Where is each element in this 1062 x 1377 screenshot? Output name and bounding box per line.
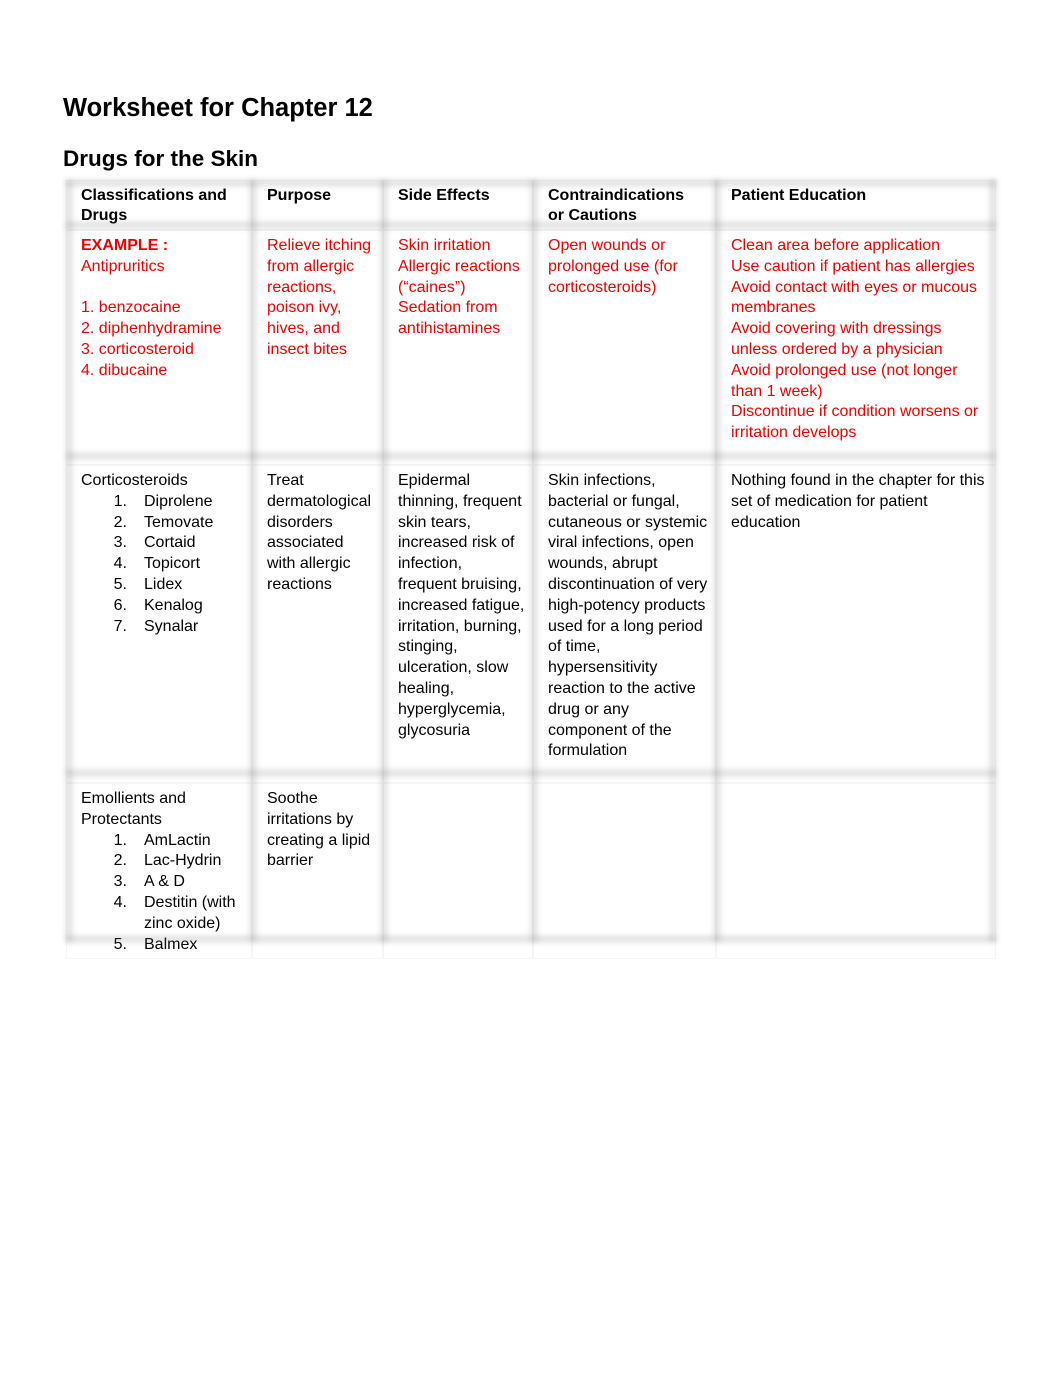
drug-name: Synalar — [144, 617, 199, 635]
example-purpose-cell: Relieve itching from allergic reactions,… — [252, 230, 383, 465]
drug-table-container: Classifications and Drugs Purpose Side E… — [66, 180, 996, 959]
side-effects-cell: Epidermal thinning, frequent skin tears,… — [383, 465, 533, 783]
drug-number: 4. — [113, 555, 127, 573]
drug-name: AmLactin — [144, 831, 211, 849]
drug-name: Lac-Hydrin — [144, 852, 222, 870]
example-drug: 4. dibucaine — [81, 361, 168, 379]
patient-education-cell — [716, 783, 996, 959]
header-patient-education: Patient Education — [716, 180, 996, 230]
header-contraindications: Contraindications or Cautions — [533, 180, 716, 230]
drug-table: Classifications and Drugs Purpose Side E… — [66, 180, 996, 959]
drug-item: 3. A & D — [81, 872, 244, 893]
side-effect: Sedation from antihistamines — [398, 299, 501, 338]
drug-number: 3. — [113, 534, 127, 552]
drug-number: 5. — [113, 575, 127, 593]
drug-name: Cortaid — [144, 534, 196, 552]
drug-name: Temovate — [144, 513, 214, 531]
purpose-cell: Soothe irritations by creating a lipid b… — [252, 783, 383, 959]
drug-name: Destitin (with zinc oxide) — [144, 893, 236, 932]
drug-number: 3. — [113, 873, 127, 891]
header-text: Drugs — [81, 207, 128, 224]
drug-number: 7. — [113, 617, 127, 635]
header-purpose: Purpose — [252, 180, 383, 230]
patient-education-cell: Nothing found in the chapter for this se… — [716, 465, 996, 783]
drug-item: 7. Synalar — [81, 617, 244, 638]
worksheet-title: Worksheet for Chapter 12 — [63, 94, 373, 122]
education-item: Clean area before application — [731, 237, 941, 254]
example-contraindications-cell: Open wounds or prolonged use (for cortic… — [533, 230, 716, 465]
drug-number: 1. — [113, 492, 127, 510]
education-item: Avoid contact with eyes or mucous membra… — [731, 278, 978, 317]
drug-name: A & D — [144, 873, 185, 891]
contraindications-cell — [533, 783, 716, 959]
example-side-effects-cell: Skin irritation Allergic reactions (“cai… — [383, 230, 533, 465]
table-row: Corticosteroids 1. Diprolene 2. Temovate 3… — [66, 465, 996, 783]
education-item: Use caution if patient has allergies — [731, 257, 975, 275]
header-text: Purpose — [267, 187, 332, 204]
drug-item: 2. Lac-Hydrin — [81, 851, 244, 872]
drug-item: 4. Destitin (with zinc oxide) — [81, 893, 244, 935]
drug-name: Topicort — [144, 555, 201, 573]
education-item: Avoid prolonged use (not longer than 1 w… — [731, 361, 958, 400]
drug-list: 1. AmLactin 2. Lac-Hydrin 3. A & D 4. Destit… — [81, 831, 244, 956]
example-drug: 3. corticosteroid — [81, 340, 194, 358]
drug-number: 1. — [113, 831, 127, 849]
drug-number: 2. — [113, 513, 127, 531]
side-effect: Allergic reactions (“caines”) — [398, 257, 520, 296]
drug-item: 6. Kenalog — [81, 596, 244, 617]
drug-number: 4. — [113, 893, 127, 911]
header-text: Contraindications — [548, 187, 685, 204]
header-text: Classifications and — [81, 187, 227, 204]
example-classification: Antipruritics — [81, 257, 165, 275]
education-item: Discontinue if condition worsens or irri… — [731, 403, 979, 442]
drug-name: Kenalog — [144, 596, 203, 614]
classification-cell: Corticosteroids 1. Diprolene 2. Temovate 3… — [66, 465, 252, 783]
drug-item: 4. Topicort — [81, 554, 244, 575]
section-title: Drugs for the Skin — [63, 146, 259, 171]
contraindications-cell: Skin infections, bacterial or fungal, cu… — [533, 465, 716, 783]
classification-name: Corticosteroids — [81, 472, 188, 489]
purpose-cell: Treat dermatological disorders associate… — [252, 465, 383, 783]
drug-name: Diprolene — [144, 492, 213, 510]
table-header-row: Classifications and Drugs Purpose Side E… — [66, 180, 996, 230]
example-label: EXAMPLE : — [81, 237, 169, 254]
drug-number: 5. — [113, 935, 127, 953]
header-text: or Cautions — [548, 207, 637, 224]
example-row: EXAMPLE : Antipruritics 1. benzocaine 2.… — [66, 230, 996, 465]
drug-name: Balmex — [144, 935, 198, 953]
drug-number: 2. — [113, 852, 127, 870]
example-drug: 1. benzocaine — [81, 299, 181, 317]
classification-name: Emollients and Protectants — [81, 790, 186, 828]
header-text: Side Effects — [398, 187, 490, 204]
example-drug: 2. diphenhydramine — [81, 320, 222, 338]
drug-item: 5. Balmex — [81, 935, 244, 956]
drug-item: 5. Lidex — [81, 575, 244, 596]
drug-list: 1. Diprolene 2. Temovate 3. Cortaid 4. Topic… — [81, 492, 244, 638]
header-classifications: Classifications and Drugs — [66, 180, 252, 230]
table-row: Emollients and Protectants 1. AmLactin 2.… — [66, 783, 996, 959]
classification-cell: Emollients and Protectants 1. AmLactin 2.… — [66, 783, 252, 959]
example-patient-education-cell: Clean area before application Use cautio… — [716, 230, 996, 465]
header-side-effects: Side Effects — [383, 180, 533, 230]
education-item: Avoid covering with dressings unless ord… — [731, 320, 943, 358]
side-effect: Skin irritation — [398, 237, 491, 254]
drug-item: 3. Cortaid — [81, 533, 244, 554]
drug-item: 1. AmLactin — [81, 831, 244, 852]
drug-number: 6. — [113, 596, 127, 614]
drug-item: 2. Temovate — [81, 513, 244, 534]
side-effects-cell — [383, 783, 533, 959]
example-classification-cell: EXAMPLE : Antipruritics 1. benzocaine 2.… — [66, 230, 252, 465]
header-text: Patient Education — [731, 187, 867, 204]
drug-name: Lidex — [144, 575, 183, 593]
drug-item: 1. Diprolene — [81, 492, 244, 513]
